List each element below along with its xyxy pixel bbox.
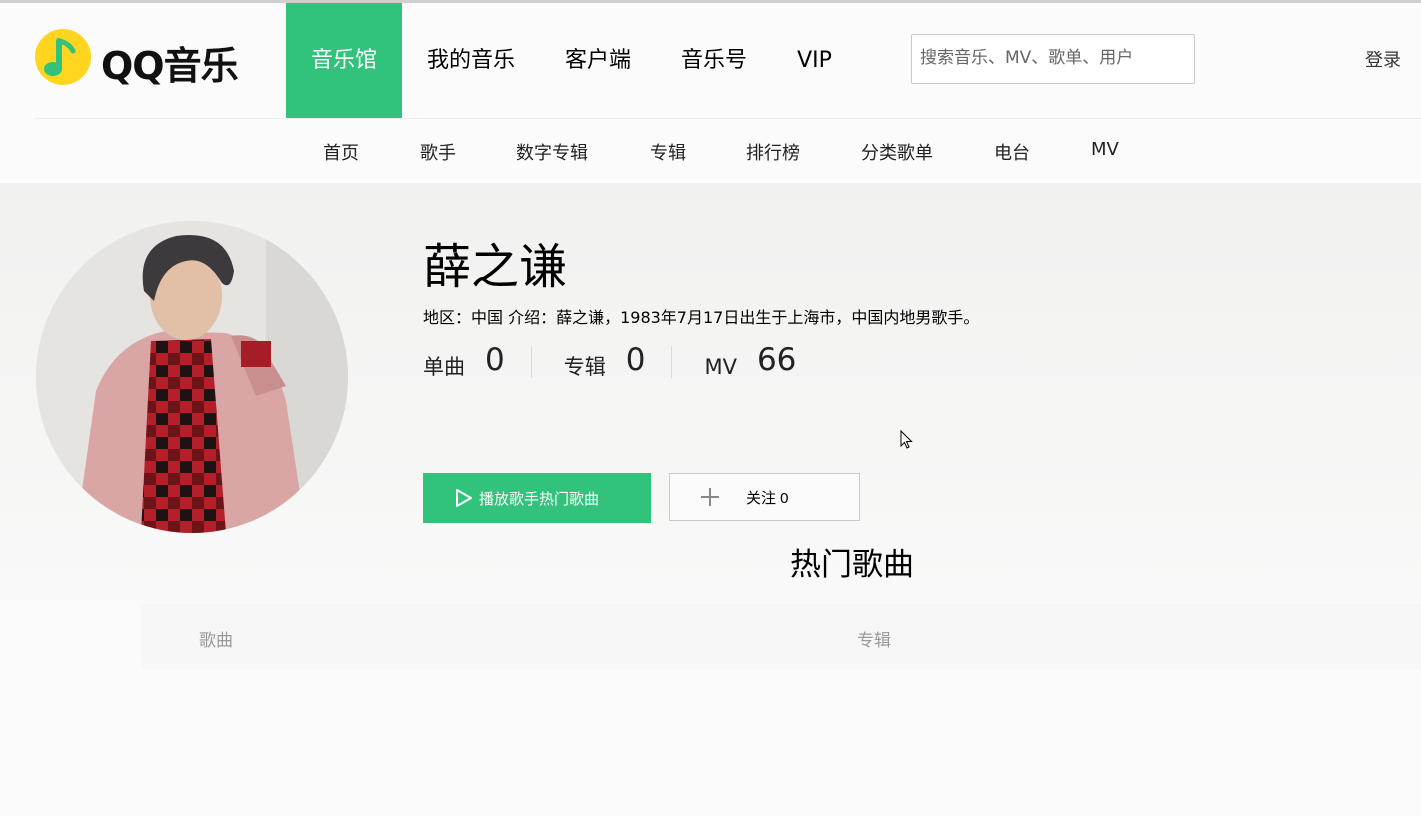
login-link[interactable]: 登录 [1365,46,1401,72]
mouse-cursor-icon [900,430,913,449]
header: QQ音乐 音乐馆 我的音乐 客户端 音乐号 VIP 登录 [0,3,1421,118]
singer-hero: 薛之谦 地区：中国 介绍：薛之谦，1983年7月17日出生于上海市，中国内地男歌… [0,183,1421,669]
stat-songs-label: 单曲 [423,355,465,379]
qq-music-logo[interactable]: QQ音乐 [35,29,250,89]
play-hot-songs-label: 播放歌手热门歌曲 [479,490,600,508]
subnav-singers[interactable]: 歌手 [420,139,456,165]
nav-vip[interactable]: VIP [772,3,857,118]
stat-songs-count: 0 [485,342,505,378]
stat-albums-count: 0 [625,342,646,378]
singer-info: 地区：中国 介绍：薛之谦，1983年7月17日出生于上海市，中国内地男歌手。 [423,308,980,327]
column-song: 歌曲 [199,631,233,651]
stat-albums[interactable]: 专辑 0 [563,342,673,379]
nav-music-hall[interactable]: 音乐馆 [286,3,403,118]
plus-icon [701,488,719,506]
column-album: 专辑 [857,631,891,651]
search-input[interactable] [912,35,1194,81]
singer-avatar [36,221,348,533]
follow-label: 关注 0 [746,489,789,507]
singer-name: 薛之谦 [423,239,568,295]
logo-note-icon [35,29,91,85]
stat-songs[interactable]: 单曲 0 [423,342,532,379]
subnav-home[interactable]: 首页 [323,139,359,165]
follow-button[interactable]: 关注 0 [669,473,860,521]
logo-text: QQ音乐 [101,44,239,88]
search-box [911,34,1195,84]
subnav-charts[interactable]: 排行榜 [746,139,800,165]
sub-nav: 首页 歌手 数字专辑 专辑 排行榜 分类歌单 电台 MV [0,119,1421,183]
subnav-mv[interactable]: MV [1091,139,1119,160]
songs-table-header: 歌曲 专辑 [141,604,1421,669]
main-nav: 音乐馆 我的音乐 客户端 音乐号 VIP [286,3,857,118]
nav-my-music[interactable]: 我的音乐 [402,3,540,118]
stat-albums-label: 专辑 [563,355,606,379]
singer-stats: 单曲 0 专辑 0 MV 66 [423,342,854,379]
stat-mv[interactable]: MV 66 [704,342,822,379]
play-hot-songs-button[interactable]: 播放歌手热门歌曲 [423,473,651,523]
subnav-playlists[interactable]: 分类歌单 [861,139,933,165]
nav-client[interactable]: 客户端 [540,3,656,118]
subnav-digital-albums[interactable]: 数字专辑 [516,139,588,165]
play-icon [456,489,472,507]
subnav-radio[interactable]: 电台 [994,139,1030,165]
hot-songs-title: 热门歌曲 [790,547,914,583]
subnav-albums[interactable]: 专辑 [650,139,686,165]
nav-music-account[interactable]: 音乐号 [656,3,772,118]
stat-mv-count: 66 [756,342,797,378]
stat-mv-label: MV [704,355,737,379]
